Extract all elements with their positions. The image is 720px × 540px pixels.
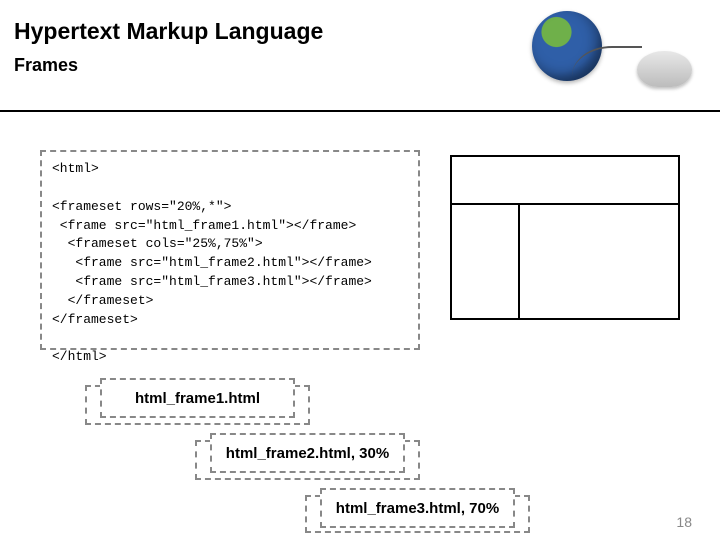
frameset-diagram [450, 155, 680, 320]
horizontal-rule [0, 110, 720, 112]
page-number: 18 [676, 514, 692, 530]
diagram-frame1 [452, 157, 678, 205]
diagram-frame2 [452, 205, 520, 318]
diagram-bottom-row [452, 205, 678, 318]
caption-frame3: html_frame3.html, 70% [320, 488, 515, 528]
diagram-frame3 [520, 205, 678, 318]
mouse-icon [637, 51, 692, 87]
slide-header: Hypertext Markup Language Frames [0, 0, 720, 82]
header-illustration [502, 6, 702, 96]
code-example: <html> <frameset rows="20%,*"> <frame sr… [40, 150, 420, 350]
caption-frame2: html_frame2.html, 30% [210, 433, 405, 473]
caption-frame1: html_frame1.html [100, 378, 295, 418]
